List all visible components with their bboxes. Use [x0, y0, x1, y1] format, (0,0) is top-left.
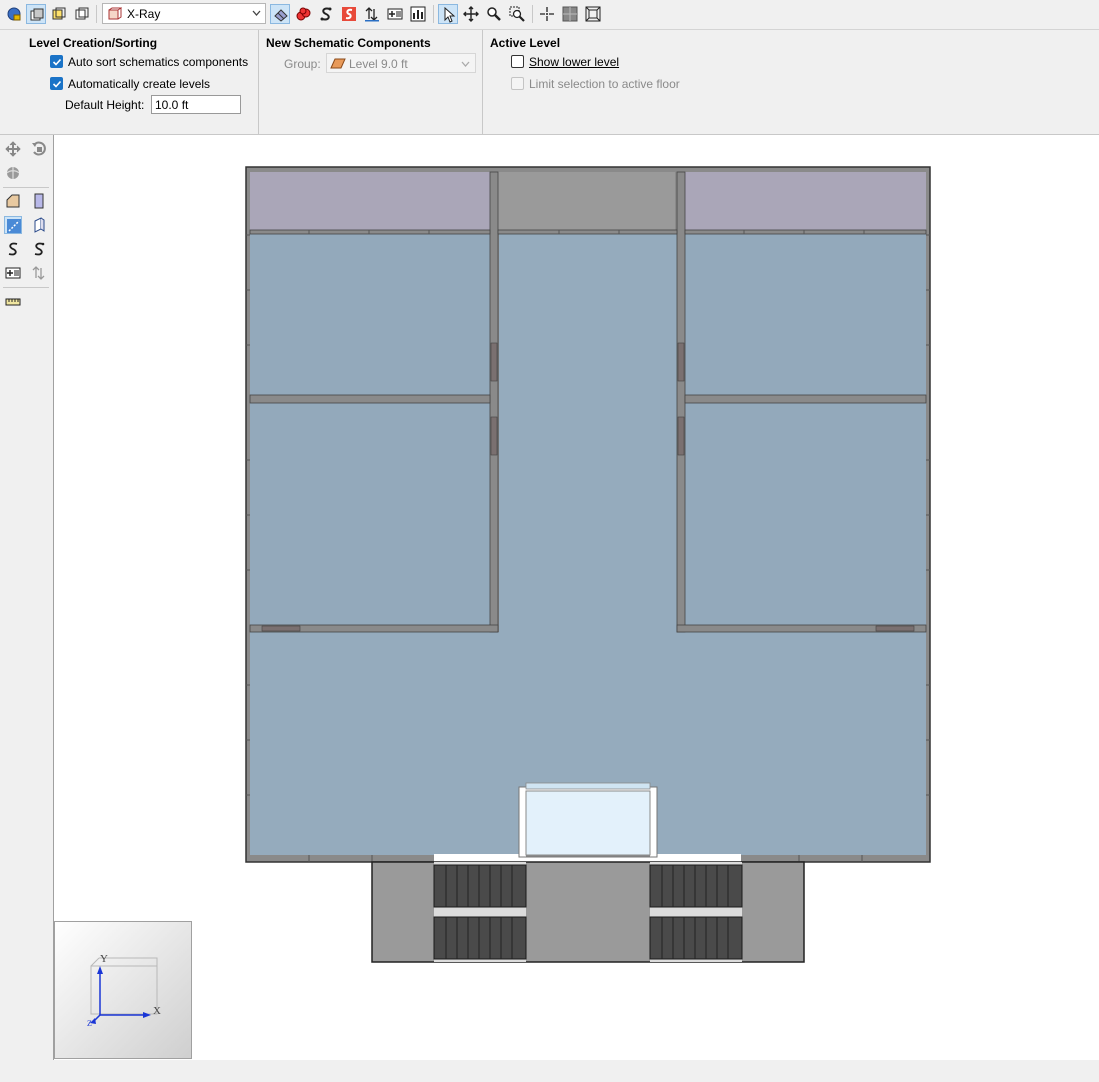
level-arrows-icon[interactable] — [362, 4, 382, 24]
view-mode-value: X-Ray — [127, 7, 161, 21]
floor-plan[interactable] — [54, 135, 1099, 1060]
add-level-icon[interactable] — [385, 4, 405, 24]
globe-lock-icon[interactable] — [4, 4, 24, 24]
move-icon[interactable] — [4, 140, 22, 158]
auto-create-label[interactable]: Automatically create levels — [68, 77, 210, 91]
auto-create-checkbox[interactable] — [50, 77, 63, 90]
left-tool-strip — [0, 135, 53, 1060]
limit-selection-label[interactable]: Limit selection to active floor — [529, 77, 680, 91]
check-icon — [52, 80, 62, 88]
vestibule-room[interactable] — [525, 790, 651, 856]
status-bar — [0, 1060, 1099, 1082]
objects-icon[interactable] — [293, 4, 313, 24]
view-3d-icon[interactable] — [49, 4, 69, 24]
add-level-tool-icon[interactable] — [4, 264, 22, 282]
orbit-icon[interactable] — [4, 164, 22, 182]
y-axis-label: Y — [100, 953, 108, 965]
x-axis-label: X — [153, 1005, 161, 1017]
porch-right[interactable] — [684, 172, 926, 230]
draw-room-icon[interactable] — [4, 192, 22, 210]
active-level-title: Active Level — [490, 36, 561, 50]
rotate-icon[interactable] — [30, 140, 48, 158]
schematic-s-icon[interactable] — [316, 4, 336, 24]
view-mode-select[interactable]: X-Ray — [102, 3, 266, 24]
porch-center[interactable] — [498, 172, 675, 230]
crosshair-icon[interactable] — [537, 4, 557, 24]
default-height-label: Default Height: — [65, 98, 145, 112]
room-bottom-left[interactable] — [250, 403, 490, 625]
auto-sort-checkbox[interactable] — [50, 55, 63, 68]
ruler-icon[interactable] — [4, 293, 22, 311]
new-schematic-title: New Schematic Components — [266, 36, 431, 50]
z-axis-label: Z — [87, 1019, 92, 1028]
level-plane-icon — [330, 58, 346, 69]
level-arrows-tool-icon[interactable] — [30, 264, 48, 282]
zoom-extents-icon[interactable] — [583, 4, 603, 24]
pointer-icon[interactable] — [438, 4, 458, 24]
draw-box-icon[interactable] — [30, 192, 48, 210]
chevron-down-icon — [252, 10, 261, 16]
grid-icon[interactable] — [560, 4, 580, 24]
room-top-left[interactable] — [250, 234, 490, 395]
show-lower-level-label[interactable]: Show lower level — [529, 55, 619, 69]
room-bottom-right[interactable] — [685, 403, 926, 625]
chevron-down-icon — [461, 61, 470, 67]
select-surface-icon[interactable] — [270, 4, 290, 24]
draw-split-icon[interactable] — [4, 216, 22, 234]
check-icon — [52, 58, 62, 66]
view-both-icon[interactable] — [72, 4, 92, 24]
default-height-input[interactable] — [151, 95, 241, 114]
porch-left[interactable] — [250, 172, 493, 230]
show-lower-level-checkbox[interactable] — [511, 55, 524, 68]
schematic-red-icon[interactable] — [339, 4, 359, 24]
bar-chart-icon[interactable] — [408, 4, 428, 24]
xray-box-icon — [108, 7, 122, 20]
axes-cube — [90, 957, 158, 1015]
auto-sort-label[interactable]: Auto sort schematics components — [68, 55, 248, 69]
main-toolbar: X-Ray — [0, 0, 1099, 30]
draw-wall-icon[interactable] — [30, 216, 48, 234]
room-top-right[interactable] — [685, 234, 926, 395]
axes-widget[interactable]: Y X Z — [54, 921, 192, 1059]
zoom-icon[interactable] — [484, 4, 504, 24]
group-label: Group: — [284, 57, 321, 71]
vestibule-window — [525, 782, 651, 790]
level-creation-title: Level Creation/Sorting — [29, 36, 158, 50]
plan-viewport[interactable]: Y X Z — [53, 135, 1099, 1060]
schematic-link-alt-icon[interactable] — [30, 240, 48, 258]
y-axis-arrow — [97, 966, 103, 974]
x-axis-arrow — [143, 1012, 151, 1018]
group-value: Level 9.0 ft — [349, 57, 408, 71]
zoom-window-icon[interactable] — [507, 4, 527, 24]
options-ribbon: Level Creation/Sorting Auto sort schemat… — [0, 30, 1099, 135]
group-select[interactable]: Level 9.0 ft — [326, 53, 476, 73]
pan-icon[interactable] — [461, 4, 481, 24]
view-2d-icon[interactable] — [26, 4, 46, 24]
limit-selection-checkbox[interactable] — [511, 77, 524, 90]
schematic-link-icon[interactable] — [4, 240, 22, 258]
